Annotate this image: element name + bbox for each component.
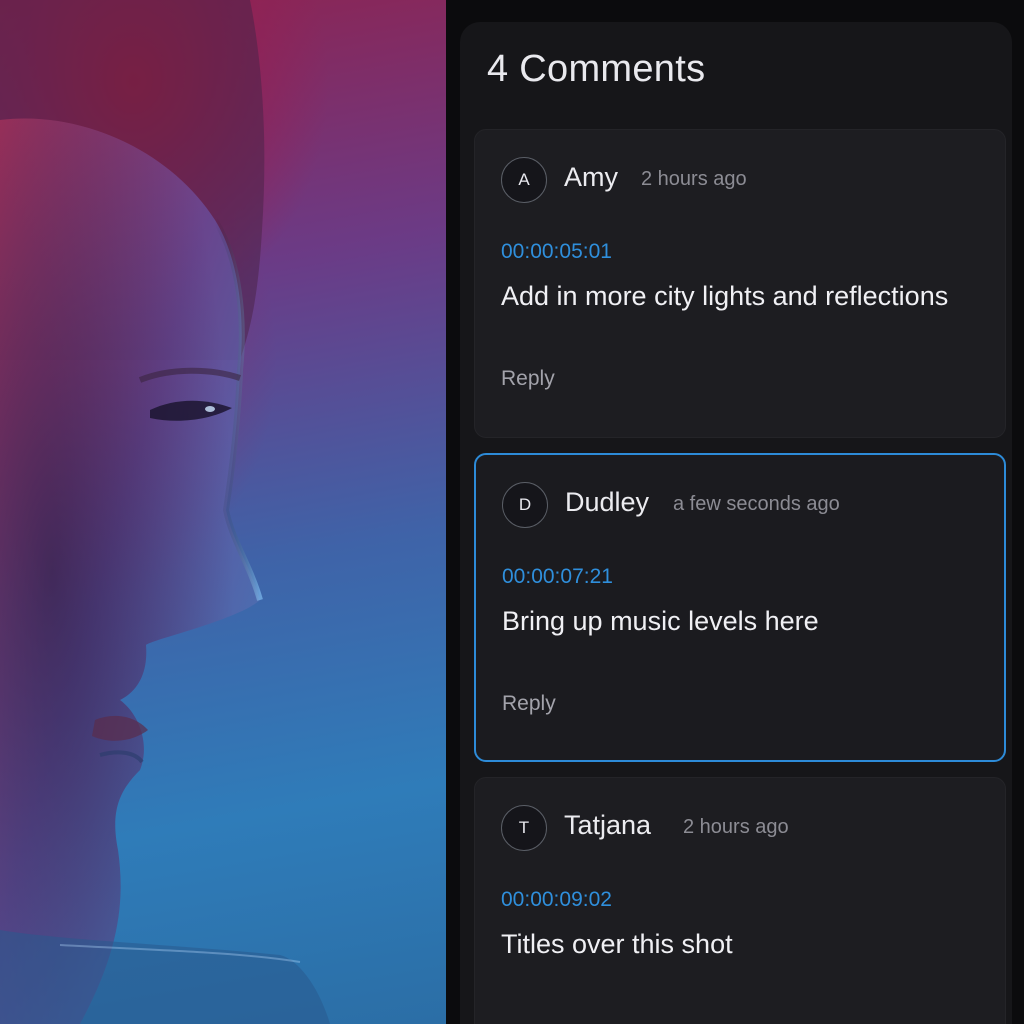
video-preview[interactable] xyxy=(0,0,446,1024)
comment-card-selected[interactable]: D Dudley a few seconds ago 00:00:07:21 B… xyxy=(474,453,1006,762)
comment-card[interactable]: T Tatjana 2 hours ago 00:00:09:02 Titles… xyxy=(474,777,1006,1024)
avatar: T xyxy=(501,805,547,851)
comments-count-heading: 4 Comments xyxy=(487,48,706,90)
comment-timecode[interactable]: 00:00:07:21 xyxy=(502,565,613,589)
comment-card[interactable]: A Amy 2 hours ago 00:00:05:01 Add in mor… xyxy=(474,129,1006,438)
comment-time-ago: 2 hours ago xyxy=(641,168,747,190)
reply-button[interactable]: Reply xyxy=(501,367,555,391)
reply-button[interactable]: Reply xyxy=(502,692,556,716)
comment-text: Bring up music levels here xyxy=(502,606,819,636)
comment-text: Titles over this shot xyxy=(501,929,733,959)
comment-author: Amy xyxy=(564,162,618,192)
comment-time-ago: a few seconds ago xyxy=(673,493,840,515)
portrait-image xyxy=(0,0,330,1024)
review-app: 4 Comments A Amy 2 hours ago 00:00:05:01… xyxy=(0,0,1024,1024)
comment-timecode[interactable]: 00:00:05:01 xyxy=(501,240,612,264)
avatar: A xyxy=(501,157,547,203)
comment-text: Add in more city lights and reflections xyxy=(501,281,949,311)
comment-author: Dudley xyxy=(565,487,650,517)
comment-time-ago: 2 hours ago xyxy=(683,816,789,838)
comment-timecode[interactable]: 00:00:09:02 xyxy=(501,888,612,912)
comment-author: Tatjana xyxy=(564,810,652,840)
avatar: D xyxy=(502,482,548,528)
